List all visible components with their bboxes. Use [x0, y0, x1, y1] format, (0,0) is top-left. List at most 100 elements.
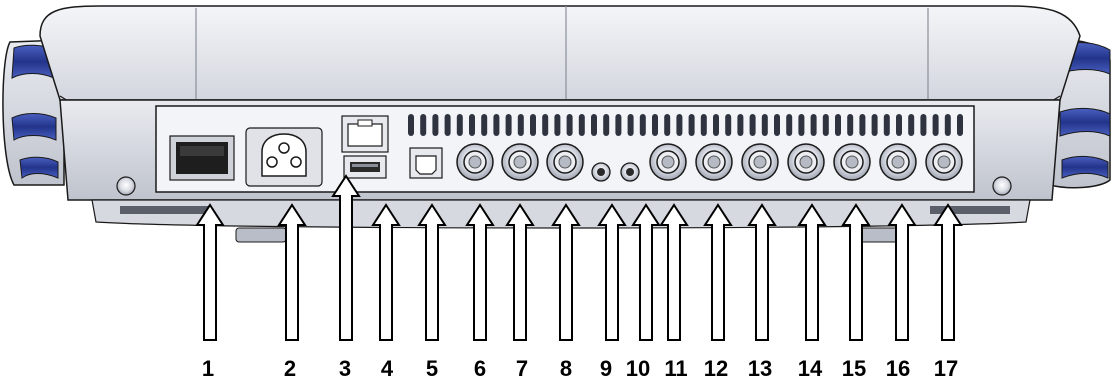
round-connector-icon[interactable] [501, 143, 539, 181]
vent-slot [713, 114, 719, 136]
vent-slot [505, 114, 512, 136]
power-switch-icon[interactable] [169, 135, 235, 181]
vent-slot [786, 114, 793, 136]
callout-label-9: 9 [600, 356, 612, 380]
round-connector-icon[interactable] [741, 143, 779, 181]
small-jack-icon[interactable] [620, 162, 640, 182]
callout-arrow [933, 203, 963, 341]
vent-slot [456, 114, 463, 136]
vent-slot [725, 114, 732, 136]
round-connector-icon[interactable] [833, 143, 871, 181]
callout-arrow [841, 203, 871, 341]
callout-arrow [703, 203, 733, 341]
vent-slot [530, 114, 536, 136]
vent-slot [615, 114, 622, 136]
callout-arrow [797, 203, 827, 341]
vent-slot [517, 114, 524, 136]
callout-arrow [195, 203, 225, 341]
vent-slot [566, 114, 573, 136]
vent-slot [798, 114, 805, 136]
vent-slot [835, 114, 841, 136]
callout-label-6: 6 [474, 356, 486, 380]
vent-slot [774, 114, 780, 136]
callout-label-4: 4 [381, 356, 394, 380]
vent-slot [737, 114, 744, 136]
vent-slot [591, 114, 597, 136]
round-connector-icon[interactable] [456, 143, 494, 181]
round-connector-icon[interactable] [787, 143, 825, 181]
vent-slot [554, 114, 561, 136]
callout-arrow [277, 203, 307, 341]
device-rear-panel-diagram: 1 2 3 4 5 6 7 8 9 10 11 12 13 14 15 16 17 [2, 5, 1111, 380]
vent-slot [908, 114, 915, 136]
vent-slot [676, 114, 683, 136]
callout-arrow [417, 203, 447, 341]
round-connector-icon[interactable] [879, 143, 917, 181]
callout-label-8: 8 [560, 356, 572, 380]
callout-arrow [505, 203, 535, 341]
callout-arrow [659, 203, 689, 341]
vent-slot [688, 114, 695, 136]
vent-slot [603, 114, 610, 136]
callout-arrow [631, 203, 661, 341]
callout-label-10: 10 [626, 356, 650, 380]
vent-slot [493, 114, 500, 136]
vent-slot [957, 114, 963, 136]
round-connector-icon[interactable] [649, 143, 687, 181]
vent-slot [652, 114, 658, 136]
ethernet-port-icon[interactable] [341, 115, 389, 153]
vent-slot [432, 114, 439, 136]
callout-arrow [465, 203, 495, 341]
callout-label-16: 16 [886, 356, 910, 380]
round-connector-icon[interactable] [546, 143, 584, 181]
vent-slot [847, 114, 854, 136]
vent-slot [944, 114, 951, 136]
callout-arrow [597, 203, 627, 341]
round-connector-icon[interactable] [695, 143, 733, 181]
vent-slot [664, 114, 671, 136]
vent-slot [639, 114, 646, 136]
round-connector-icon[interactable] [925, 143, 963, 181]
vent-slot [871, 114, 878, 136]
callout-label-17: 17 [934, 356, 958, 380]
callout-arrow [747, 203, 777, 341]
vent-slot [896, 114, 902, 136]
ac-power-inlet-icon[interactable] [245, 127, 323, 187]
vent-slot [542, 114, 549, 136]
callout-label-11: 11 [664, 356, 687, 380]
callout-arrow [551, 203, 581, 341]
screw-icon [992, 176, 1012, 196]
vent-slot [627, 114, 634, 136]
vent-slot [761, 114, 768, 136]
callout-label-2: 2 [284, 356, 296, 380]
callout-label-7: 7 [516, 356, 528, 380]
vent-slot [749, 114, 756, 136]
device-lid [39, 5, 1081, 113]
vent-slot [420, 114, 427, 136]
screw-icon [116, 176, 136, 196]
callout-label-13: 13 [748, 356, 772, 380]
callout-arrow [371, 203, 401, 341]
callout-label-5: 5 [426, 356, 438, 380]
vent-slot [920, 114, 927, 136]
vent-slot [408, 114, 414, 136]
vent-slot [810, 114, 817, 136]
callout-label-1: 1 [202, 356, 214, 380]
vent-slot [822, 114, 829, 136]
callout-label-3: 3 [339, 356, 351, 380]
callout-label-15: 15 [842, 356, 866, 380]
callout-label-14: 14 [798, 356, 823, 380]
vent-slot [578, 114, 585, 136]
callout-arrow [887, 203, 917, 341]
vent-slot [859, 114, 866, 136]
vent-slot [444, 114, 451, 136]
vent-slot [469, 114, 475, 136]
usb-a-port-icon[interactable] [343, 155, 387, 179]
usb-b-port-icon[interactable] [409, 147, 443, 179]
vent-slot [481, 114, 488, 136]
callout-label-12: 12 [704, 356, 728, 380]
vent-slot [932, 114, 939, 136]
vent-slot [883, 114, 890, 136]
vent-slot [700, 114, 707, 136]
small-jack-icon[interactable] [591, 162, 611, 182]
